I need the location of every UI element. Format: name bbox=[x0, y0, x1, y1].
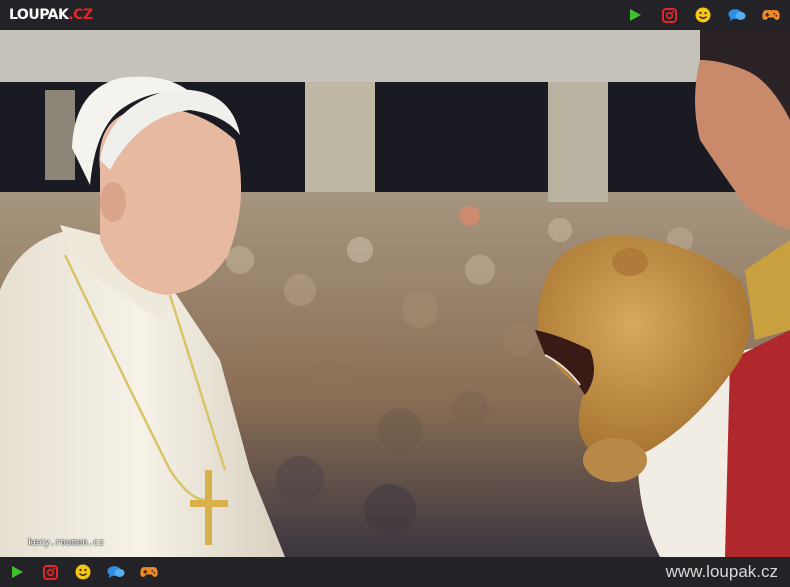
bottom-bar: www.loupak.cz bbox=[0, 557, 790, 587]
play-icon[interactable] bbox=[626, 6, 644, 24]
gamepad-icon[interactable] bbox=[140, 563, 158, 581]
instagram-icon[interactable] bbox=[660, 6, 678, 24]
photo-scene bbox=[0, 30, 790, 557]
chat-icon[interactable] bbox=[728, 6, 746, 24]
instagram-icon[interactable] bbox=[41, 563, 59, 581]
smiley-icon[interactable] bbox=[694, 6, 712, 24]
logo-text: LOUPAK bbox=[9, 7, 69, 23]
play-icon[interactable] bbox=[8, 563, 26, 581]
top-bar: LOUPAK.CZ bbox=[0, 0, 790, 30]
chat-icon[interactable] bbox=[107, 563, 125, 581]
bottom-nav-icons bbox=[8, 557, 173, 587]
gamepad-icon[interactable] bbox=[762, 6, 780, 24]
site-url[interactable]: www.loupak.cz bbox=[666, 563, 778, 581]
smiley-icon[interactable] bbox=[74, 563, 92, 581]
main-photo: kecy.roumen.cz bbox=[0, 30, 790, 557]
site-logo[interactable]: LOUPAK.CZ bbox=[9, 6, 93, 24]
logo-tld: .CZ bbox=[68, 7, 93, 23]
photo-watermark: kecy.roumen.cz bbox=[28, 538, 104, 548]
top-nav-icons bbox=[610, 0, 780, 30]
